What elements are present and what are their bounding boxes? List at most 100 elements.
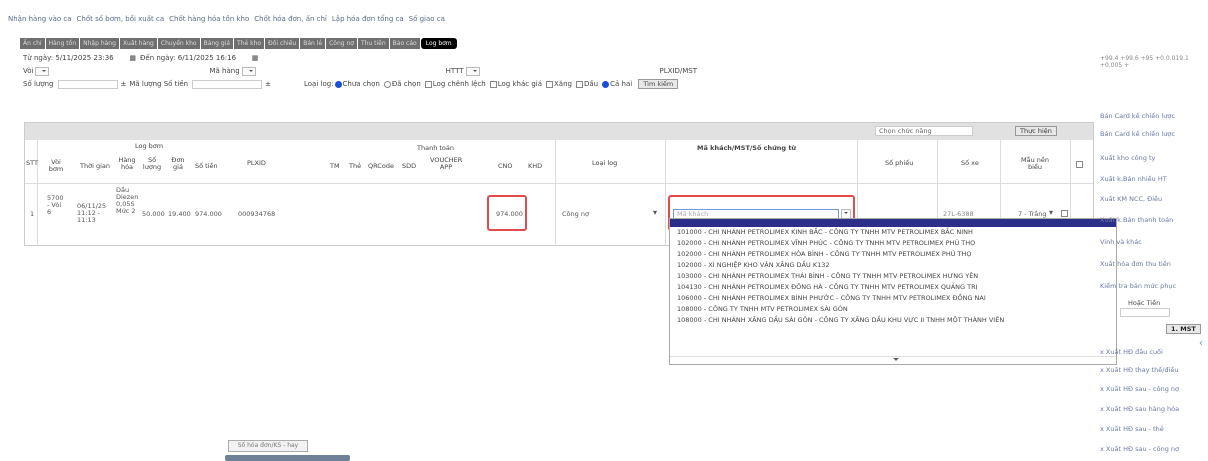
calendar-icon[interactable]: ▦	[129, 54, 136, 62]
thuc-hien-button[interactable]: Thực hiện	[1015, 126, 1057, 136]
list-item[interactable]: 101000 - CHI NHÁNH PETROLIMEX KINH BẮC -…	[670, 227, 1116, 238]
ma-hang-select[interactable]	[241, 66, 256, 76]
den-ngay-input[interactable]: 6/11/2025 16:16	[178, 54, 248, 62]
list-item[interactable]: 102000 - CHI NHÁNH PETROLIMEX HÒA BÌNH -…	[670, 249, 1116, 260]
tab-thu-tien[interactable]: Thu tiền	[357, 38, 389, 49]
right-link[interactable]: x Xuất HĐ sau - công nợ	[1100, 385, 1179, 393]
ca-hai-label: Cả hai	[610, 80, 633, 88]
right-link[interactable]: x Xuất HĐ sau hàng hóa	[1100, 405, 1179, 413]
header-hang-hoa: Hàng hóa	[118, 156, 136, 171]
module-tabs: Ấn chỉ Hàng tồn Nhập hàng Xuất hàng Chuy…	[20, 38, 457, 49]
right-link[interactable]: x Xuất HĐ sau - thẻ	[1100, 425, 1164, 433]
so-luong-input[interactable]	[57, 79, 118, 89]
col-divider	[665, 140, 666, 246]
tab-nhap-hang[interactable]: Nhập hàng	[80, 38, 119, 49]
right-input[interactable]	[1120, 308, 1170, 317]
dropdown-selected-highlight[interactable]	[670, 219, 1116, 227]
right-link[interactable]: Bán Card kế chiến lược	[1100, 130, 1175, 138]
header-mau-bieu: Mẫu nền biểu	[1021, 156, 1050, 171]
right-link[interactable]: Vinh và khác	[1100, 238, 1142, 246]
cno-highlight	[487, 195, 527, 231]
right-link[interactable]: Xuất KM NCC, Điều	[1100, 195, 1162, 203]
ma-khach-dropdown-list: 101000 - CHI NHÁNH PETROLIMEX KINH BẮC -…	[669, 218, 1117, 365]
right-link[interactable]: Xuất k.Bán nhiều HT	[1100, 175, 1167, 183]
right-link[interactable]: x Xuất HĐ sau - công nợ	[1100, 445, 1179, 453]
bottom-scrollbar[interactable]	[225, 455, 350, 461]
sort-icon[interactable]: ±	[265, 80, 271, 88]
filter-row-2: Vòi Mã hàng HTTT PLXID/MST	[23, 65, 893, 77]
right-link[interactable]: x Xuất HĐ thay thế/điều	[1100, 366, 1179, 374]
calendar-icon[interactable]: ▦	[252, 54, 259, 62]
row-mau-bieu[interactable]: 7 - Trắng	[1018, 211, 1047, 218]
select-all-checkbox[interactable]	[1076, 161, 1083, 168]
ma-hang-label: Mã hàng	[209, 67, 240, 75]
checkbox-dau[interactable]	[575, 80, 583, 88]
list-item[interactable]: 102000 - CHI NHÁNH PETROLIMEX VĨNH PHÚC …	[670, 238, 1116, 249]
mst-button[interactable]: 1. MST	[1166, 324, 1201, 334]
tab-the-kho[interactable]: Thẻ kho	[234, 38, 265, 49]
log-chenh-lech-label: Log chênh lệch	[432, 80, 486, 88]
checkbox-xang[interactable]	[546, 80, 554, 88]
collapse-arrow-icon[interactable]: ‹	[1199, 338, 1203, 349]
row-loai-log[interactable]: Công nợ	[562, 211, 589, 218]
ma-luong-label: Mã lượng	[129, 80, 162, 88]
nav-link-lap-hoa-don[interactable]: Lập hóa đơn tổng ca	[332, 15, 404, 23]
httt-select[interactable]	[465, 66, 480, 76]
row-voi: 5700 - Vòi 6	[47, 194, 64, 216]
tab-doi-chieu[interactable]: Đối chiếu	[265, 38, 300, 49]
tab-bang-gia[interactable]: Bảng giá	[200, 38, 234, 49]
checkbox-log-khac-gia[interactable]	[489, 80, 497, 88]
right-link[interactable]: Xuất k.Bán thanh toán	[1100, 216, 1173, 224]
tab-an-chi[interactable]: Ấn chỉ	[20, 38, 45, 49]
tab-ban-le[interactable]: Bán lẻ	[300, 38, 326, 49]
list-item[interactable]: 102000 - XÍ NGHIỆP KHO VẬN XĂNG DẦU K132	[670, 260, 1116, 271]
radio-da-chon[interactable]	[383, 80, 391, 88]
row-checkbox[interactable]	[1061, 210, 1068, 217]
tu-ngay-input[interactable]: 5/11/2025 23:36	[55, 54, 125, 62]
nav-link-chot-hang-hoa[interactable]: Chốt hàng hóa tồn kho	[169, 15, 249, 23]
nav-link-so-giao-ca[interactable]: Số giao ca	[409, 15, 445, 23]
right-link[interactable]: Xuất hóa đơn thu tiền	[1100, 260, 1171, 268]
checkbox-log-chenh-lech[interactable]	[424, 80, 432, 88]
grid-toolbar: Chọn chức năng Thực hiện	[25, 123, 1093, 140]
header-log-bom: Log bơm	[135, 142, 164, 150]
row-plxid: 000934768	[238, 210, 276, 218]
radio-ca-hai[interactable]	[602, 80, 610, 88]
tab-chuyen-kho[interactable]: Chuyển kho	[157, 38, 200, 49]
voi-label: Vòi	[23, 67, 34, 75]
list-item[interactable]: 108000 - CÔNG TY TNHH MTV PETROLIMEX SÀI…	[670, 304, 1116, 315]
right-link[interactable]: Kiểm tra bán mức phục	[1100, 282, 1176, 290]
so-tien-input[interactable]	[192, 79, 263, 89]
row-hang-hoa: Dầu Diezen 0,05S Mức 2	[116, 186, 139, 215]
right-link[interactable]: x Xuất HĐ đầu cuối	[1100, 348, 1163, 356]
nav-link-nhan-hang[interactable]: Nhận hàng vào ca	[8, 15, 72, 23]
tab-bao-cao[interactable]: Bảo cáo	[389, 38, 420, 49]
right-link[interactable]: Bán Card kế chiến lược	[1100, 112, 1175, 120]
list-item[interactable]: 104130 - CHI NHÁNH PETROLIMEX ĐÔNG HÀ - …	[670, 282, 1116, 293]
bottom-tab[interactable]: Số hóa đơn/KS - hay	[228, 440, 308, 452]
tab-cong-no[interactable]: Công nợ	[326, 38, 357, 49]
radio-chua-chon-label: Chưa chọn	[342, 80, 380, 88]
loai-log-dropdown-icon[interactable]: ▾	[653, 209, 657, 217]
voi-select[interactable]	[35, 66, 50, 76]
right-link[interactable]: Xuất kho công ty	[1100, 154, 1155, 162]
mau-bieu-dropdown-icon[interactable]: ▾	[1049, 209, 1053, 217]
scroll-down-icon[interactable]	[893, 358, 899, 364]
tab-xuat-hang[interactable]: Xuất hàng	[119, 38, 157, 49]
radio-chua-chon[interactable]	[334, 80, 342, 88]
list-item[interactable]: 103000 - CHI NHÁNH PETROLIMEX THÁI BÌNH …	[670, 271, 1116, 282]
list-item[interactable]: 106000 - CHI NHÁNH PETROLIMEX BÌNH PHƯỚC…	[670, 293, 1116, 304]
chon-chuc-nang-select[interactable]: Chọn chức năng	[875, 126, 973, 136]
radio-da-chon-label: Đã chọn	[391, 80, 421, 88]
header-qrcode: QRCode	[368, 162, 394, 170]
header-khd: KHD	[528, 162, 543, 170]
list-item[interactable]: 108000 - CHI NHÁNH XĂNG DẦU SÀI GÒN - CÔ…	[670, 315, 1116, 326]
top-navigation: Nhận hàng vào ca Chốt số bơm, bồi xuất c…	[8, 12, 1088, 26]
nav-link-chot-so-bom[interactable]: Chốt số bơm, bồi xuất ca	[77, 15, 165, 23]
nav-link-chot-hoa-don[interactable]: Chốt hóa đơn, ấn chỉ	[254, 15, 327, 23]
tab-log-bom[interactable]: Log bơm	[420, 38, 457, 49]
sort-icon[interactable]: ±	[121, 80, 127, 88]
tab-hang-ton[interactable]: Hàng tồn	[45, 38, 80, 49]
dropdown-scroll-footer[interactable]	[670, 356, 1116, 364]
search-button[interactable]: Tìm kiếm	[638, 79, 679, 89]
